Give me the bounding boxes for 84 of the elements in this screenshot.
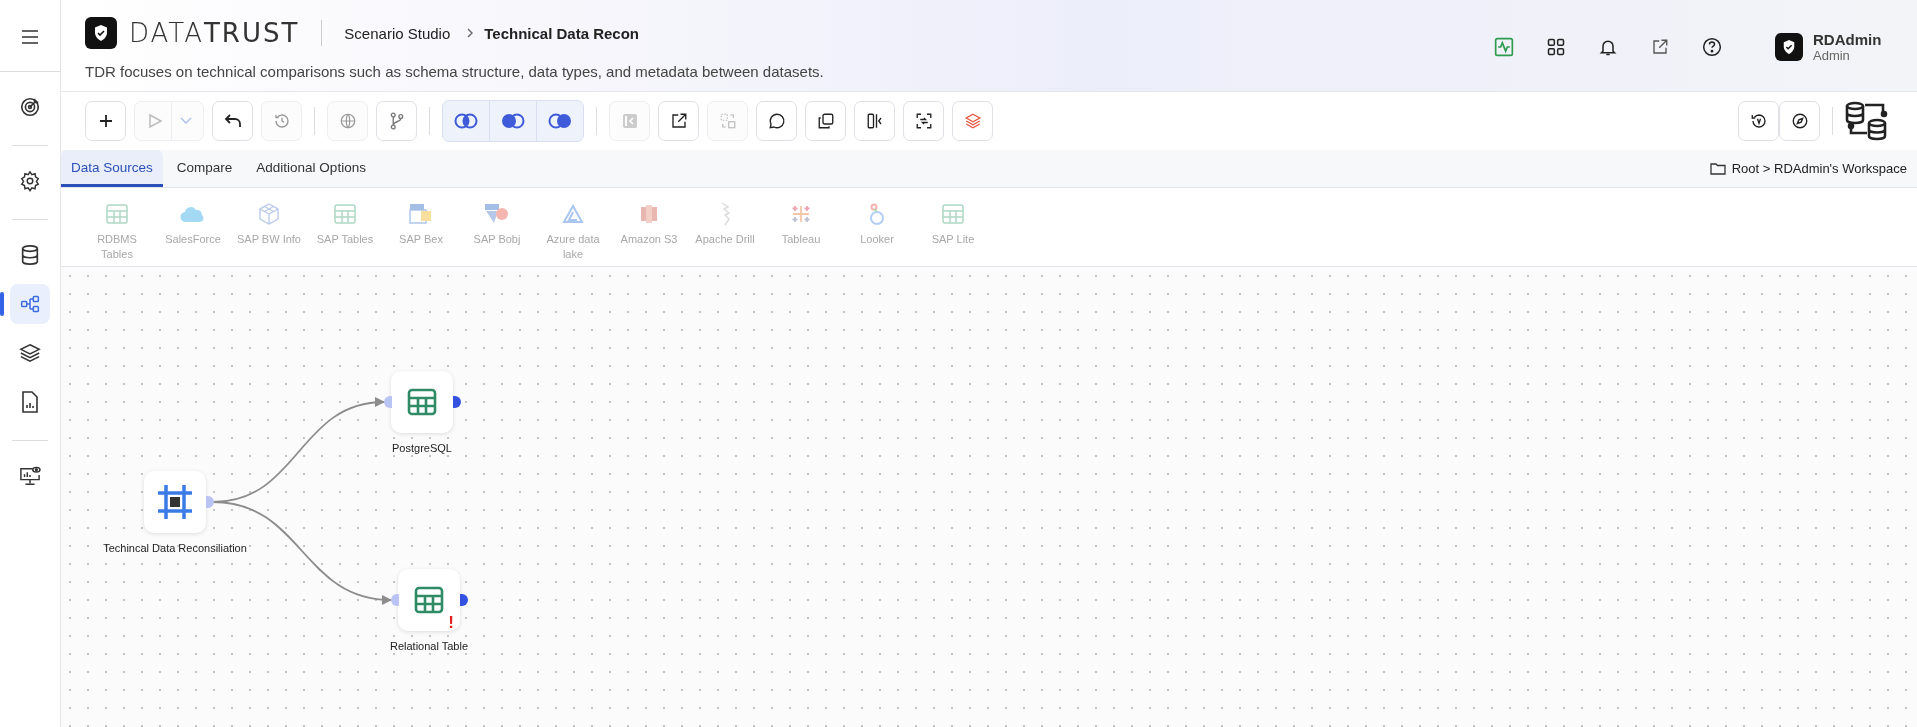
- page-description: TDR focuses on technical comparisons such as schema structure, data types, and metadata between datasets.: [85, 63, 824, 80]
- sap-grid-icon: [409, 203, 433, 225]
- output-port[interactable]: [453, 396, 461, 408]
- table-node[interactable]: [391, 371, 453, 433]
- tab[interactable]: Compare: [166, 150, 243, 187]
- copy-icon: [816, 112, 835, 130]
- help-icon: [1702, 36, 1722, 57]
- swap-icon: [718, 112, 737, 130]
- triangle-icon: [562, 204, 584, 224]
- user-role: Admin: [1813, 47, 1851, 63]
- output-port[interactable]: [460, 594, 468, 606]
- comment-icon: [767, 112, 786, 130]
- table-icon: [407, 388, 437, 416]
- target-icon: [19, 96, 41, 118]
- shield-logo-icon: [85, 17, 117, 49]
- node-label: Techincal Data Reconsiliation: [103, 541, 247, 556]
- menu-icon: [21, 30, 39, 44]
- undo-icon: [223, 113, 242, 129]
- right-join-icon: [547, 113, 573, 129]
- table-icon: [106, 204, 128, 224]
- activity-icon: [1494, 36, 1514, 57]
- external-link-icon: [1651, 37, 1669, 56]
- avatar-icon[interactable]: [1775, 32, 1803, 61]
- database-link-icon[interactable]: [1845, 101, 1889, 141]
- report-icon: [21, 391, 39, 413]
- compass-button[interactable]: [1779, 101, 1820, 141]
- table-icon: [334, 204, 356, 224]
- warning-mark: !: [448, 614, 454, 631]
- copy-button[interactable]: [805, 101, 846, 141]
- breadcrumb-link[interactable]: Technical Data Recon: [484, 24, 640, 42]
- input-port[interactable]: [391, 594, 399, 606]
- version-history-icon: [1749, 112, 1768, 130]
- cloud-icon: [180, 205, 206, 223]
- external-link-icon: [669, 112, 688, 130]
- layers-icon: [19, 342, 41, 364]
- workspace-path[interactable]: Root > RDAdmin's Workspace: [1731, 161, 1907, 176]
- split-icon: [865, 112, 884, 130]
- undo-button[interactable]: [212, 101, 253, 141]
- version-button[interactable]: [1738, 101, 1779, 141]
- tab[interactable]: Data Sources: [61, 150, 163, 187]
- user-name: RDAdmin: [1813, 30, 1883, 48]
- bucket-icon: [639, 203, 659, 225]
- compass-icon: [1790, 112, 1809, 130]
- settings-icon: [19, 170, 41, 192]
- ring-icon: [868, 202, 886, 226]
- left-join-icon: [500, 113, 526, 129]
- sap-chart-icon: [484, 203, 510, 225]
- branch-button[interactable]: [376, 101, 417, 141]
- table-node[interactable]: !: [398, 569, 460, 631]
- plus-icon: [98, 114, 113, 128]
- monitor-icon: [19, 466, 41, 486]
- node-label: PostgreSQL: [391, 441, 453, 456]
- stack-icon: [963, 112, 982, 130]
- table-icon: [414, 586, 444, 614]
- branch-icon: [388, 112, 405, 130]
- stack-button[interactable]: [952, 101, 993, 141]
- node-label: Relational Table: [388, 639, 470, 654]
- cube-icon: [258, 203, 280, 225]
- history-icon: [273, 113, 290, 129]
- folder-icon: [1709, 162, 1726, 175]
- play-icon: [146, 113, 163, 129]
- drill-icon: [719, 202, 731, 226]
- breadcrumb-link[interactable]: Scenario Studio: [344, 24, 451, 42]
- split-button[interactable]: [854, 101, 895, 141]
- scan-icon: [914, 112, 933, 130]
- brand-name: DATATRUST: [129, 18, 300, 48]
- input-port[interactable]: [384, 396, 392, 408]
- scan-button[interactable]: [903, 101, 944, 141]
- tab[interactable]: Additional Options: [246, 150, 376, 187]
- caret-icon: [179, 117, 192, 125]
- frame-icon: [156, 483, 194, 521]
- reconcile-node[interactable]: [144, 471, 206, 533]
- flow-icon: [20, 294, 40, 314]
- chevron-icon: [466, 27, 475, 39]
- export-button[interactable]: [658, 101, 699, 141]
- cross-cluster-icon: [790, 203, 812, 225]
- globe-icon: [338, 112, 357, 130]
- table-icon: [942, 204, 964, 224]
- collapse-icon: [621, 113, 638, 129]
- add-button[interactable]: [85, 101, 126, 141]
- comment-button[interactable]: [756, 101, 797, 141]
- inner-join-icon: [453, 113, 479, 129]
- database-icon: [20, 244, 40, 266]
- apps-icon: [1546, 36, 1566, 57]
